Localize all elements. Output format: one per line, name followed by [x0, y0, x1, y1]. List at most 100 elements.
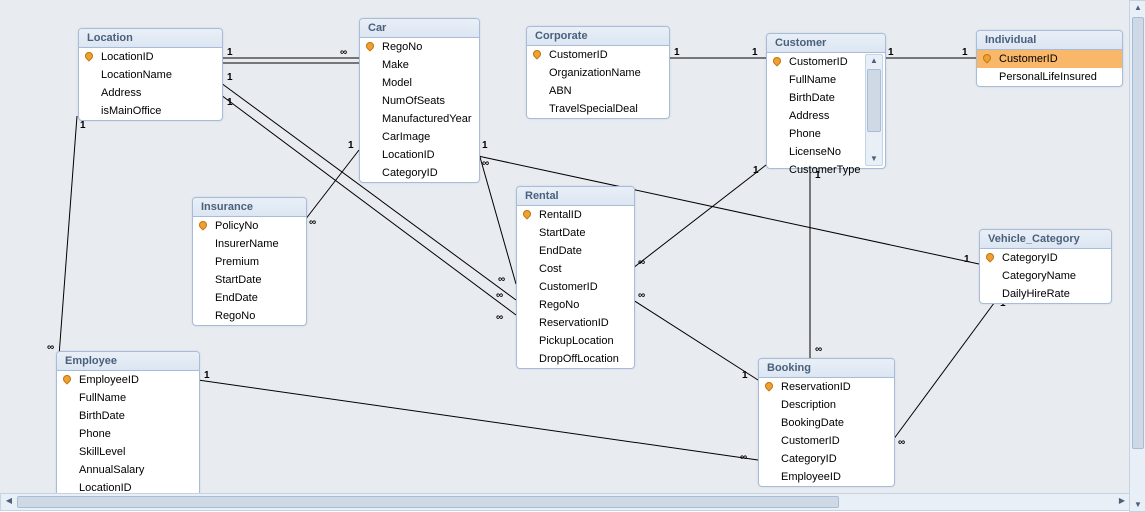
field[interactable]: RegoNo [193, 307, 306, 325]
field[interactable]: EndDate [193, 289, 306, 307]
field[interactable]: EndDate [517, 242, 634, 260]
entity-title: Booking [759, 359, 894, 378]
entity-title: Corporate [527, 27, 669, 46]
field[interactable]: NumOfSeats [360, 92, 479, 110]
entity-car[interactable]: Car RegoNo Make Model NumOfSeats Manufac… [359, 18, 480, 183]
field[interactable]: Model [360, 74, 479, 92]
scrollbar[interactable]: ▲ ▼ [865, 54, 883, 166]
entity-rental[interactable]: Rental RentalID StartDate EndDate Cost C… [516, 186, 635, 369]
field[interactable]: Cost [517, 260, 634, 278]
entity-title: Insurance [193, 198, 306, 217]
svg-text:1: 1 [80, 120, 86, 131]
field[interactable]: CustomerID [527, 46, 669, 64]
field[interactable]: Phone [57, 425, 199, 443]
svg-text:∞: ∞ [309, 217, 316, 228]
field[interactable]: LocationName [79, 66, 222, 84]
scroll-thumb[interactable] [17, 496, 839, 508]
field[interactable]: LocationID [360, 146, 479, 164]
svg-text:1: 1 [962, 47, 968, 58]
svg-text:1: 1 [204, 370, 210, 381]
svg-text:1: 1 [227, 72, 233, 83]
entity-title: Car [360, 19, 479, 38]
field[interactable]: PickupLocation [517, 332, 634, 350]
svg-text:∞: ∞ [498, 274, 505, 285]
scroll-down-icon[interactable]: ▼ [866, 153, 882, 165]
field[interactable]: BirthDate [57, 407, 199, 425]
entity-employee[interactable]: Employee EmployeeID FullName BirthDate P… [56, 351, 200, 498]
field[interactable]: ReservationID [517, 314, 634, 332]
scroll-thumb[interactable] [867, 69, 881, 132]
field[interactable]: ABN [527, 82, 669, 100]
field[interactable]: SkillLevel [57, 443, 199, 461]
entity-booking[interactable]: Booking ReservationID Description Bookin… [758, 358, 895, 487]
field[interactable]: InsurerName [193, 235, 306, 253]
svg-text:1: 1 [482, 140, 488, 151]
field[interactable]: CustomerID [759, 432, 894, 450]
field[interactable]: StartDate [517, 224, 634, 242]
scroll-up-icon[interactable]: ▲ [866, 55, 882, 67]
field[interactable]: AnnualSalary [57, 461, 199, 479]
field[interactable]: OrganizationName [527, 64, 669, 82]
field[interactable]: TravelSpecialDeal [527, 100, 669, 118]
field[interactable]: EmployeeID [57, 371, 199, 389]
field[interactable]: RentalID [517, 206, 634, 224]
vertical-scrollbar[interactable]: ▲ ▼ [1129, 0, 1145, 512]
svg-text:∞: ∞ [482, 158, 489, 169]
field[interactable]: Description [759, 396, 894, 414]
entity-insurance[interactable]: Insurance PolicyNo InsurerName Premium S… [192, 197, 307, 326]
svg-text:1: 1 [964, 254, 970, 265]
entity-location[interactable]: Location LocationID LocationName Address… [78, 28, 223, 121]
scroll-right-icon[interactable]: ▶ [1116, 496, 1128, 505]
scroll-thumb[interactable] [1132, 17, 1144, 449]
field[interactable]: Make [360, 56, 479, 74]
scroll-up-icon[interactable]: ▲ [1132, 3, 1144, 12]
entity-title: Employee [57, 352, 199, 371]
field[interactable]: CustomerID [517, 278, 634, 296]
field[interactable]: BookingDate [759, 414, 894, 432]
svg-text:1: 1 [348, 140, 354, 151]
field[interactable]: ManufacturedYear [360, 110, 479, 128]
svg-text:1: 1 [753, 165, 759, 176]
svg-text:∞: ∞ [898, 437, 905, 448]
field[interactable]: PolicyNo [193, 217, 306, 235]
entity-title: Customer [767, 34, 885, 53]
field[interactable]: Address [79, 84, 222, 102]
field[interactable]: DropOffLocation [517, 350, 634, 368]
entity-title: Location [79, 29, 222, 48]
svg-text:∞: ∞ [638, 257, 645, 268]
entity-corporate[interactable]: Corporate CustomerID OrganizationName AB… [526, 26, 670, 119]
entity-vehicle-category[interactable]: Vehicle_Category CategoryID CategoryName… [979, 229, 1112, 304]
field[interactable]: CustomerID [977, 50, 1122, 68]
svg-text:∞: ∞ [815, 344, 822, 355]
entity-customer[interactable]: Customer CustomerID FullName BirthDate A… [766, 33, 886, 169]
field[interactable]: PersonalLifeInsured [977, 68, 1122, 86]
field[interactable]: CarImage [360, 128, 479, 146]
field[interactable]: isMainOffice [79, 102, 222, 120]
svg-text:1: 1 [227, 97, 233, 108]
field[interactable]: FullName [57, 389, 199, 407]
field[interactable]: Premium [193, 253, 306, 271]
field[interactable]: CategoryID [360, 164, 479, 182]
svg-text:1: 1 [752, 47, 758, 58]
scroll-down-icon[interactable]: ▼ [1132, 500, 1144, 509]
field[interactable]: LocationID [79, 48, 222, 66]
svg-text:∞: ∞ [496, 290, 503, 301]
entity-individual[interactable]: Individual CustomerID PersonalLifeInsure… [976, 30, 1123, 87]
svg-text:1: 1 [742, 370, 748, 381]
scroll-left-icon[interactable]: ◀ [3, 496, 15, 505]
field[interactable]: CategoryID [980, 249, 1111, 267]
field[interactable]: EmployeeID [759, 468, 894, 486]
field[interactable]: DailyHireRate [980, 285, 1111, 303]
horizontal-scrollbar[interactable]: ◀ ▶ [0, 493, 1131, 511]
field[interactable]: CategoryID [759, 450, 894, 468]
svg-text:1: 1 [888, 47, 894, 58]
entity-title: Individual [977, 31, 1122, 50]
field[interactable]: RegoNo [360, 38, 479, 56]
svg-text:∞: ∞ [340, 47, 347, 58]
field[interactable]: ReservationID [759, 378, 894, 396]
field[interactable]: CategoryName [980, 267, 1111, 285]
field[interactable]: RegoNo [517, 296, 634, 314]
field[interactable]: StartDate [193, 271, 306, 289]
svg-text:∞: ∞ [47, 342, 54, 353]
svg-text:1: 1 [227, 47, 233, 58]
